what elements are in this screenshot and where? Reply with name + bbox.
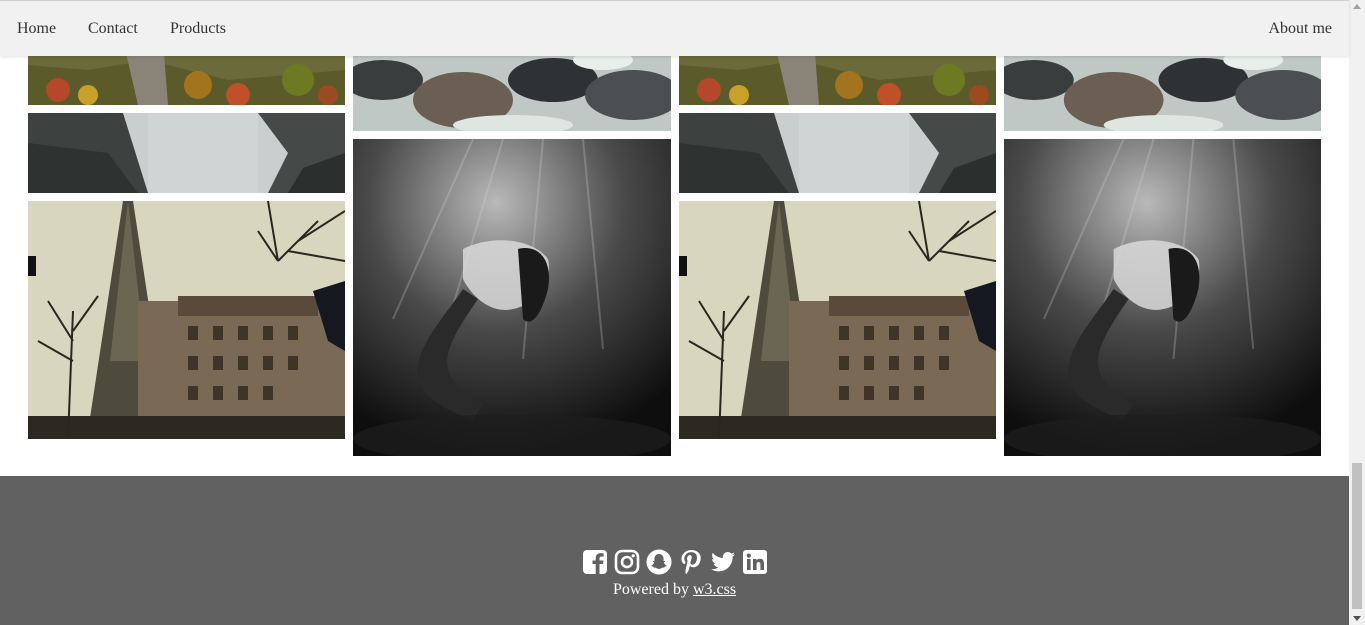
- pinterest-icon[interactable]: [678, 549, 704, 575]
- twitter-icon[interactable]: [710, 549, 736, 575]
- nav-home-link[interactable]: Home: [1, 1, 72, 56]
- social-links: [0, 549, 1349, 575]
- footer: Powered by w3.css: [0, 476, 1349, 625]
- powered-by-text: Powered by w3.css: [0, 580, 1349, 600]
- top-navbar: Home Contact Products About me: [0, 0, 1349, 56]
- photo-underwater-woman: [353, 139, 671, 456]
- facebook-icon[interactable]: [582, 549, 608, 575]
- powered-by-label: Powered by: [612, 581, 693, 598]
- nav-contact-link[interactable]: Contact: [72, 1, 154, 56]
- instagram-icon[interactable]: [614, 549, 640, 575]
- photo-foggy-canyon: [28, 113, 345, 193]
- photo-eiffel-tower: [28, 201, 345, 439]
- w3css-link[interactable]: w3.css: [693, 581, 736, 598]
- scroll-down-arrow-icon[interactable]: [1353, 616, 1361, 621]
- photo-eiffel-tower: [679, 201, 996, 439]
- scroll-up-arrow-icon[interactable]: [1353, 4, 1361, 9]
- page-scrollbar[interactable]: [1349, 0, 1365, 625]
- scrollbar-thumb[interactable]: [1352, 463, 1362, 609]
- linkedin-icon[interactable]: [742, 549, 768, 575]
- photo-foggy-canyon: [679, 113, 996, 193]
- photo-gallery: [0, 0, 1349, 476]
- snapchat-icon[interactable]: [646, 549, 672, 575]
- photo-underwater-woman: [1004, 139, 1321, 456]
- nav-products-link[interactable]: Products: [154, 1, 242, 56]
- nav-about-link[interactable]: About me: [1252, 1, 1348, 56]
